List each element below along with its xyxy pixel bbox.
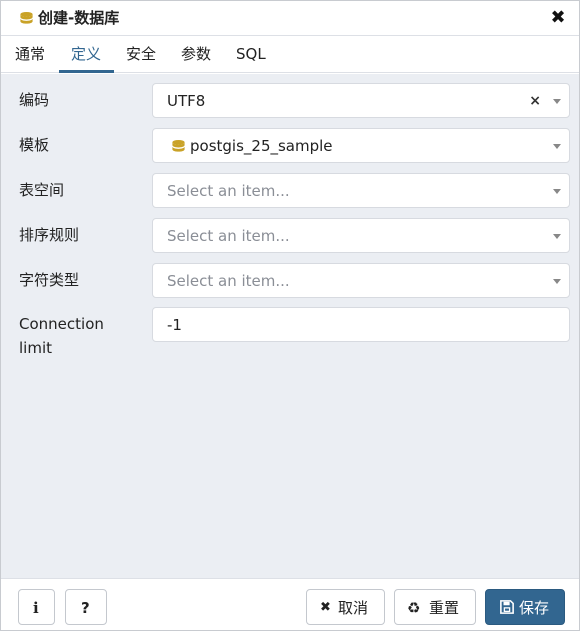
collation-placeholder: Select an item... xyxy=(167,227,290,245)
help-icon: ? xyxy=(81,599,90,617)
collation-select[interactable]: Select an item... xyxy=(152,218,570,253)
close-icon: ✖ xyxy=(320,600,331,615)
encoding-value: UTF8 xyxy=(167,92,206,110)
cancel-label: 取消 xyxy=(338,599,369,617)
database-icon xyxy=(20,11,33,24)
encoding-select[interactable]: UTF8 × xyxy=(152,83,570,118)
chevron-down-icon[interactable] xyxy=(553,99,561,104)
chevron-down-icon[interactable] xyxy=(553,279,561,284)
create-database-dialog: 创建-数据库 ✖ 通常 定义 安全 参数 SQL 编码 UTF8 × 模板 po… xyxy=(0,0,580,631)
recycle-icon: ♻ xyxy=(407,599,421,617)
tab-bar: 通常 定义 安全 参数 SQL xyxy=(1,37,579,73)
save-button[interactable]: 保存 xyxy=(485,589,565,625)
tablespace-label: 表空间 xyxy=(19,181,65,199)
tab-security[interactable]: 安全 xyxy=(126,44,156,64)
chevron-down-icon[interactable] xyxy=(553,144,561,149)
template-select[interactable]: postgis_25_sample xyxy=(152,128,570,163)
collation-label: 排序规则 xyxy=(19,226,80,244)
encoding-label: 编码 xyxy=(19,91,50,109)
close-icon[interactable]: ✖ xyxy=(549,9,567,27)
help-button[interactable]: ? xyxy=(65,589,107,625)
save-label: 保存 xyxy=(519,599,550,617)
dialog-header: 创建-数据库 ✖ xyxy=(1,1,579,36)
connection-limit-label-line2: limit xyxy=(19,339,52,357)
connection-limit-label-line1: Connection xyxy=(19,315,104,333)
clear-icon[interactable]: × xyxy=(529,91,541,111)
definition-panel: 编码 UTF8 × 模板 postgis_25_sample 表空间 Selec… xyxy=(1,74,579,578)
database-icon xyxy=(172,139,185,152)
tablespace-placeholder: Select an item... xyxy=(167,182,290,200)
ctype-placeholder: Select an item... xyxy=(167,272,290,290)
active-tab-indicator xyxy=(59,70,114,73)
dialog-footer: i ? ✖ 取消 ♻ 重置 保存 xyxy=(1,578,579,630)
reset-label: 重置 xyxy=(429,599,460,617)
info-button[interactable]: i xyxy=(18,589,55,625)
template-label: 模板 xyxy=(19,136,50,154)
template-value: postgis_25_sample xyxy=(190,137,333,155)
tab-parameters[interactable]: 参数 xyxy=(181,44,211,64)
ctype-label: 字符类型 xyxy=(19,271,80,289)
dialog-title: 创建-数据库 xyxy=(38,9,120,27)
connection-limit-value: -1 xyxy=(167,316,182,334)
cancel-button[interactable]: ✖ 取消 xyxy=(306,589,385,625)
chevron-down-icon[interactable] xyxy=(553,189,561,194)
tab-definition[interactable]: 定义 xyxy=(71,44,101,64)
ctype-select[interactable]: Select an item... xyxy=(152,263,570,298)
floppy-disk-icon xyxy=(500,600,514,614)
chevron-down-icon[interactable] xyxy=(553,234,561,239)
tab-sql[interactable]: SQL xyxy=(236,44,266,64)
tab-general[interactable]: 通常 xyxy=(15,44,45,64)
info-icon: i xyxy=(33,599,39,617)
reset-button[interactable]: ♻ 重置 xyxy=(394,589,476,625)
connection-limit-input[interactable]: -1 xyxy=(152,307,570,342)
tablespace-select[interactable]: Select an item... xyxy=(152,173,570,208)
